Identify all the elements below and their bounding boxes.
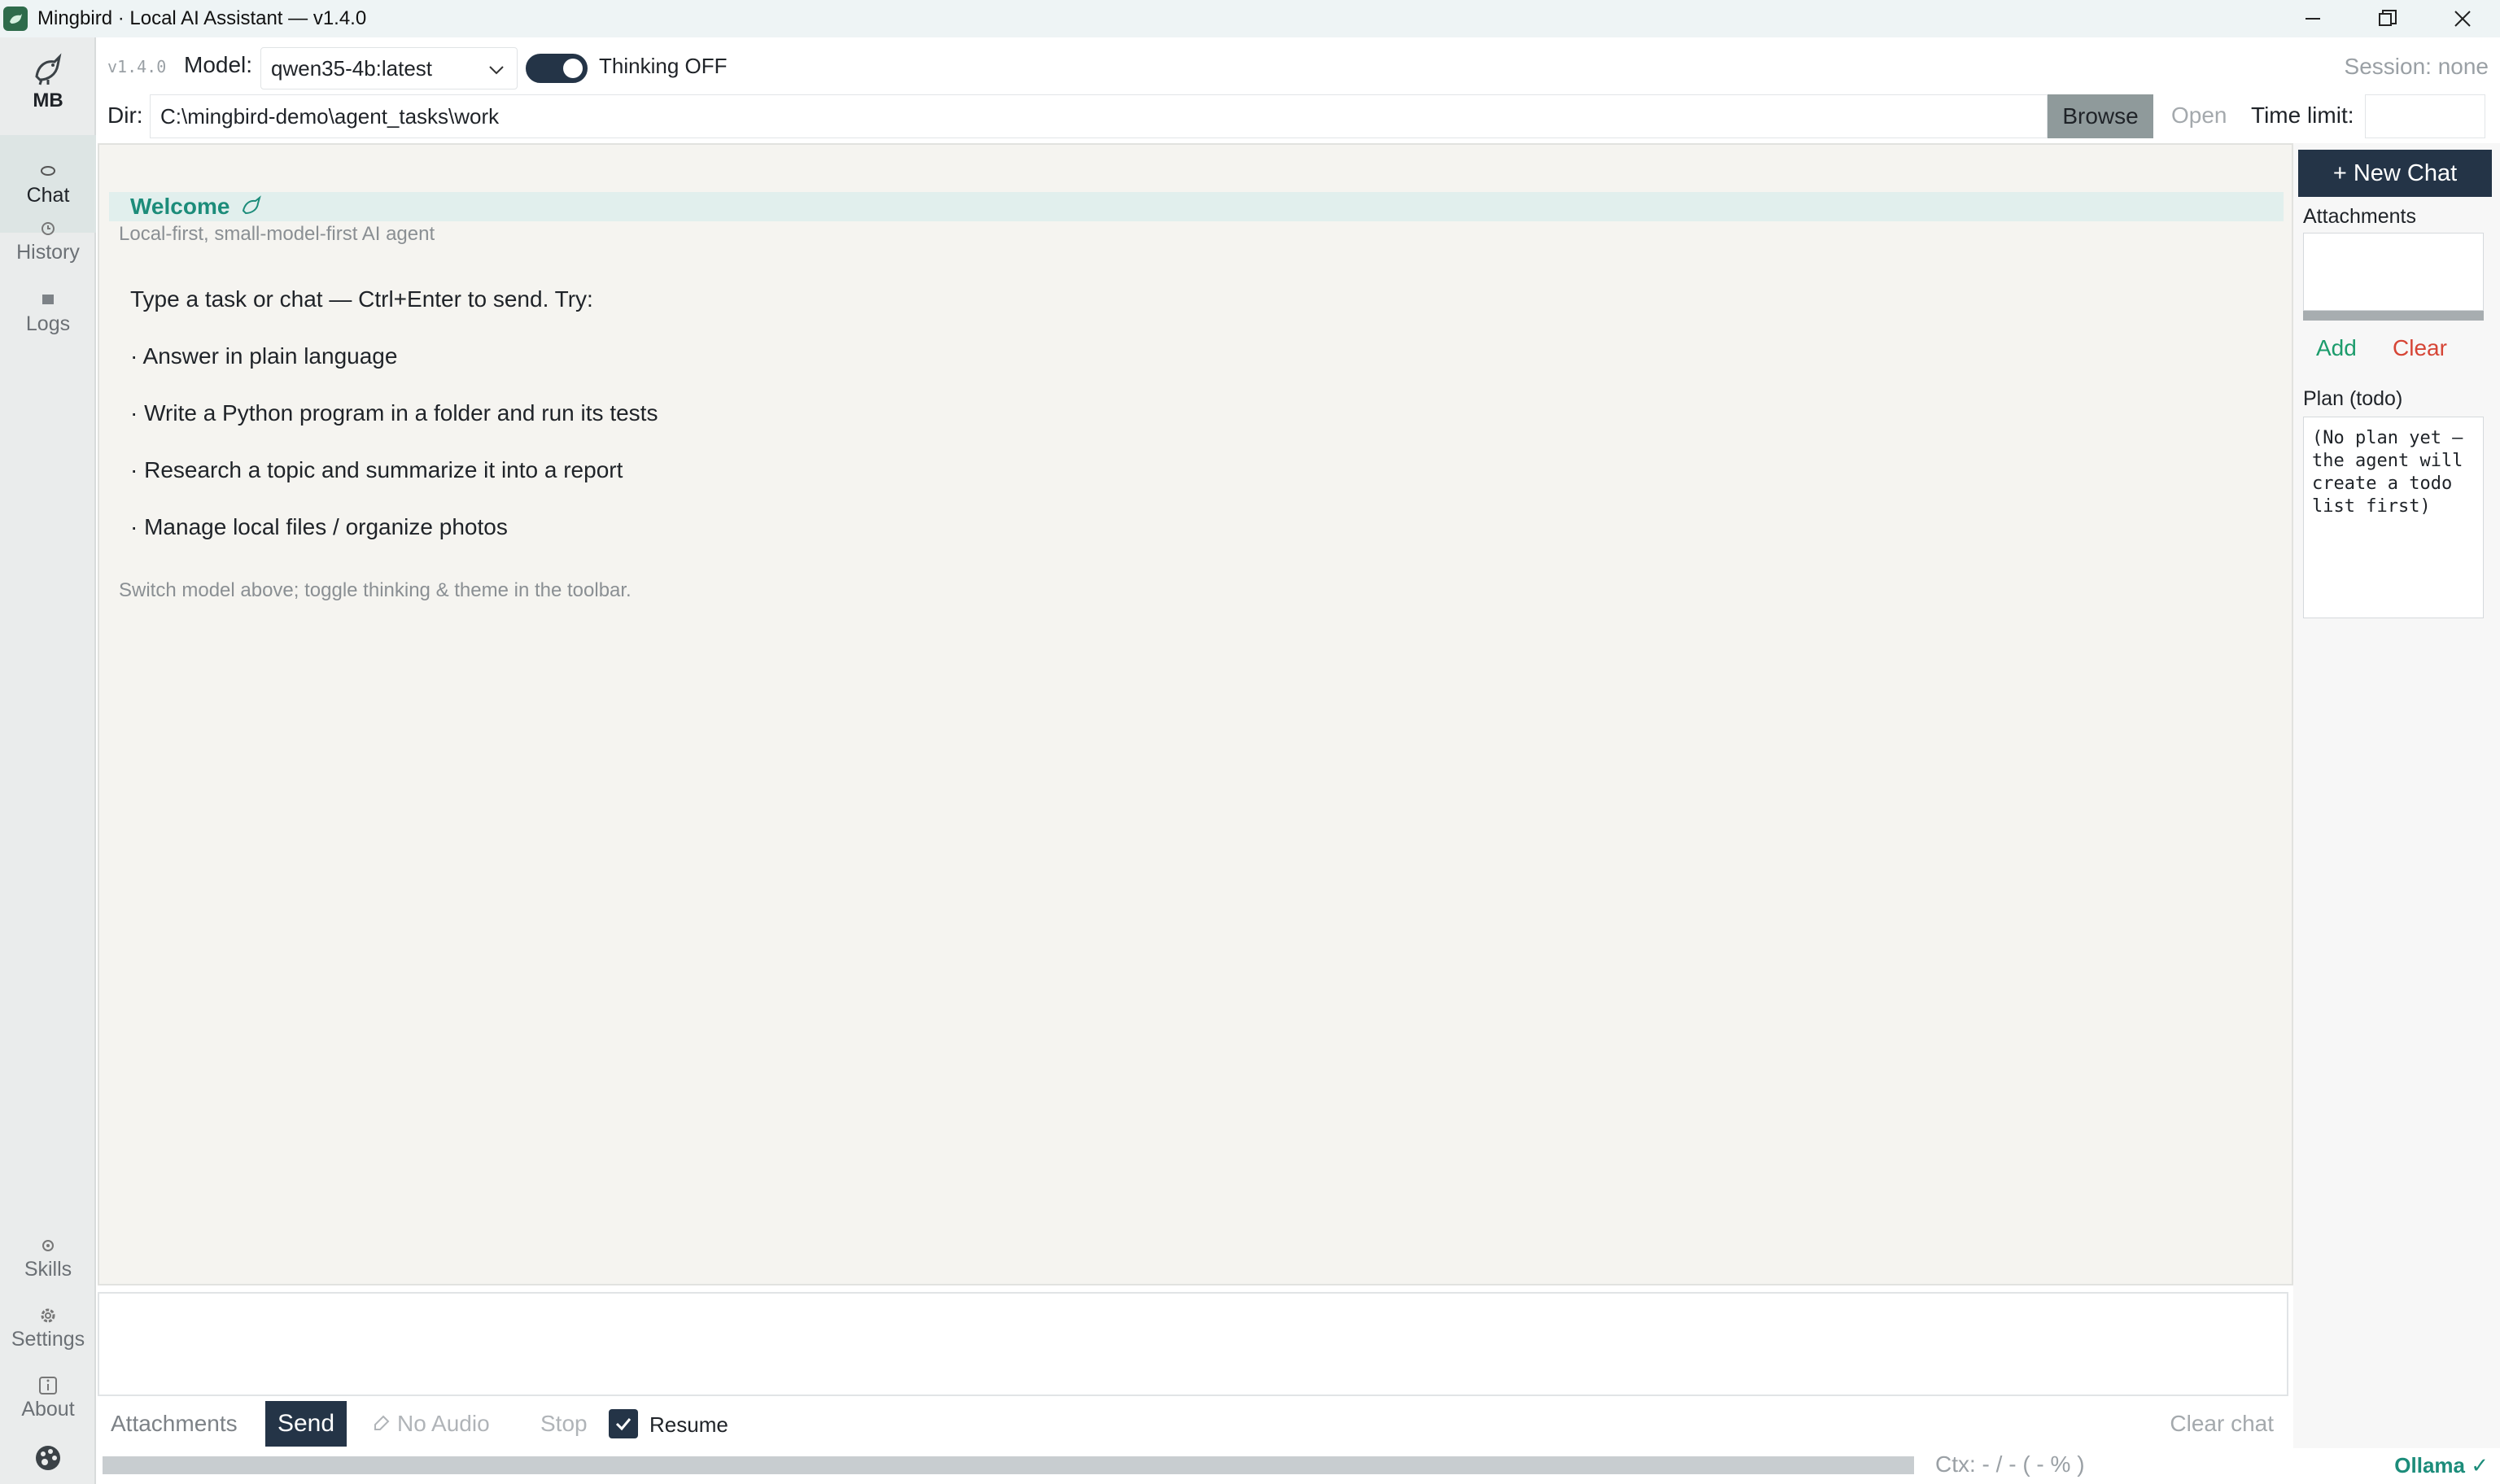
thinking-label: Thinking OFF xyxy=(599,54,728,78)
time-limit-input[interactable] xyxy=(2365,94,2485,138)
bird-logo-icon xyxy=(30,52,66,88)
skills-icon xyxy=(40,1235,56,1256)
microphone-icon xyxy=(371,1414,391,1434)
chat-area: Welcome Local-first, small-model-first A… xyxy=(98,143,2293,1285)
sidebar-item-settings[interactable]: Settings xyxy=(0,1305,96,1351)
stop-button[interactable]: Stop xyxy=(540,1411,588,1437)
window-title: Mingbird · Local AI Assistant — v1.4.0 xyxy=(37,7,367,29)
brand-label: MB xyxy=(33,89,63,111)
welcome-subtitle: Local-first, small-model-first AI agent xyxy=(119,223,435,245)
welcome-title: Welcome xyxy=(130,194,230,219)
restore-icon[interactable] xyxy=(2350,0,2425,37)
sidebar-item-skills[interactable]: Skills xyxy=(0,1235,96,1281)
sidebar-item-label: Logs xyxy=(25,312,71,335)
sidebar-item-label: Settings xyxy=(11,1328,85,1351)
example-line: · Write a Python program in a folder and… xyxy=(130,400,658,426)
brand-logo[interactable]: MB xyxy=(0,52,96,112)
bird-icon xyxy=(239,194,264,219)
sidebar-item-history[interactable]: History xyxy=(0,218,96,264)
add-attachment-button[interactable]: Add xyxy=(2316,335,2357,361)
context-progress-bar xyxy=(103,1456,1914,1474)
model-label: Model: xyxy=(184,52,253,77)
attachments-button[interactable]: Attachments xyxy=(111,1411,238,1437)
sidebar-item-label: About xyxy=(21,1398,75,1421)
clock-icon xyxy=(40,218,56,239)
model-value: qwen35-4b:latest xyxy=(271,55,433,81)
ollama-status: Ollama ✓ xyxy=(2394,1453,2489,1477)
dir-input[interactable]: C:\mingbird-demo\agent_tasks\work xyxy=(150,94,2048,138)
open-button[interactable]: Open xyxy=(2171,103,2227,129)
example-line: · Manage local files / organize photos xyxy=(130,514,508,539)
no-audio-label: No Audio xyxy=(397,1411,490,1436)
sidebar-item-label: Skills xyxy=(24,1258,72,1281)
sidebar: MB Chat History Logs Skills Settings Abo… xyxy=(0,37,96,1484)
new-chat-button[interactable]: + New Chat xyxy=(2298,150,2492,197)
sidebar-item-about[interactable]: About xyxy=(0,1375,96,1421)
send-button[interactable]: Send xyxy=(265,1401,347,1447)
thinking-toggle[interactable] xyxy=(526,54,588,83)
log-icon xyxy=(41,290,55,311)
sidebar-item-logs[interactable]: Logs xyxy=(0,290,96,336)
palette-icon xyxy=(34,1443,62,1473)
resume-checkbox[interactable] xyxy=(609,1409,638,1438)
example-line: · Research a topic and summarize it into… xyxy=(130,457,623,482)
plan-text: (No plan yet — the agent will create a t… xyxy=(2303,417,2484,618)
gear-icon xyxy=(38,1305,58,1326)
message-input[interactable] xyxy=(98,1292,2288,1396)
no-audio-button[interactable]: No Audio xyxy=(371,1411,490,1437)
model-select[interactable]: qwen35-4b:latest xyxy=(260,47,518,89)
dir-value: C:\mingbird-demo\agent_tasks\work xyxy=(160,103,500,129)
sidebar-item-label: Chat xyxy=(26,183,70,207)
time-limit-label: Time limit: xyxy=(2251,103,2354,128)
intro-line: Type a task or chat — Ctrl+Enter to send… xyxy=(130,286,593,312)
chevron-down-icon xyxy=(487,59,505,85)
chat-bubble-icon xyxy=(40,161,56,182)
welcome-header: Welcome xyxy=(109,192,2284,221)
version-label: v1.4.0 xyxy=(107,57,167,76)
hint-text: Switch model above; toggle thinking & th… xyxy=(119,579,632,601)
close-icon[interactable] xyxy=(2425,0,2500,37)
plan-label: Plan (todo) xyxy=(2303,387,2403,410)
sidebar-item-label: History xyxy=(16,241,80,264)
session-label: Session: none xyxy=(2344,54,2489,79)
title-bar: Mingbird · Local AI Assistant — v1.4.0 xyxy=(0,0,2500,37)
bird-icon xyxy=(3,7,28,31)
clear-attachments-button[interactable]: Clear xyxy=(2393,335,2447,361)
context-readout: Ctx: - / - ( - % ) xyxy=(1935,1451,2085,1477)
clear-chat-button[interactable]: Clear chat xyxy=(2170,1411,2274,1437)
info-icon xyxy=(38,1375,58,1396)
resume-label: Resume xyxy=(649,1412,728,1437)
example-line: · Answer in plain language xyxy=(130,343,398,369)
minimize-icon[interactable] xyxy=(2275,0,2350,37)
check-icon xyxy=(615,1418,632,1431)
attachments-scrollbar[interactable] xyxy=(2303,311,2484,321)
attachments-list[interactable] xyxy=(2303,233,2484,311)
theme-toggle[interactable] xyxy=(0,1443,96,1474)
browse-button[interactable]: Browse xyxy=(2048,94,2153,138)
attachments-label: Attachments xyxy=(2303,205,2416,228)
dir-label: Dir: xyxy=(107,103,143,128)
